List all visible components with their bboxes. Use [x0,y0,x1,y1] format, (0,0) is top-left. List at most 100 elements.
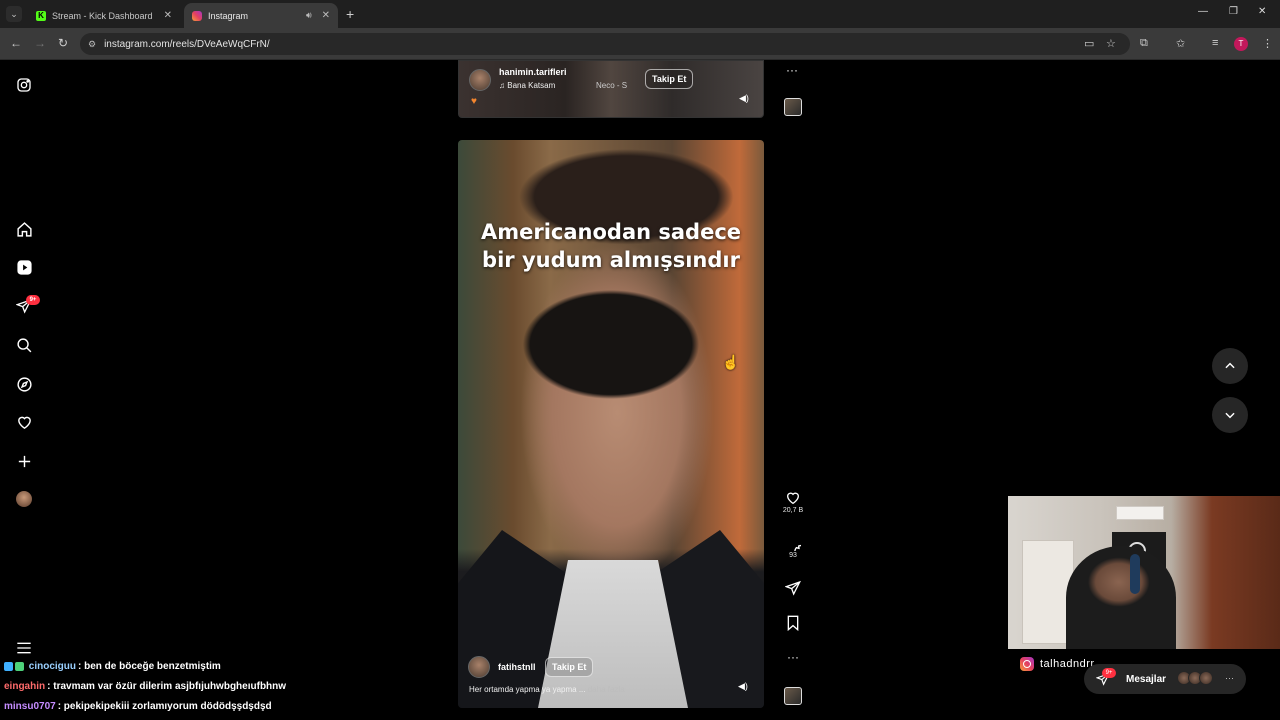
speaker-icon[interactable]: 🔊︎ [306,10,312,21]
home-icon[interactable] [14,219,34,239]
see-more-link[interactable]: daha fazla [588,685,625,694]
webcam-detail [1116,506,1164,520]
video-overlay-line: Americanodan sadece [480,220,742,244]
kick-favicon-icon: K [36,10,46,21]
like-count: 20,7 B [782,507,804,514]
reel-author-avatar[interactable] [468,656,490,678]
new-tab-button[interactable]: + [346,6,354,22]
share-button[interactable] [780,580,806,596]
chat-username: minsu0707 [4,701,56,712]
chat-text: : pekipekipekiii zorlamıyorum dödödşşdşd… [57,701,272,712]
speaker-icon[interactable]: ◀︎) [738,681,748,692]
chat-username: eingahin [4,681,46,692]
chevron-down-icon [1225,412,1235,419]
browser-tabstrip: ⌄ K Stream - Kick Dashboard ✕ Instagram … [0,0,1280,28]
badge-icon [15,661,24,671]
speaker-icon[interactable]: ◀︎) [739,93,749,104]
mouse-cursor: ☝ [722,354,740,370]
reel-author-avatar[interactable] [469,69,491,91]
tab-search-button[interactable]: ⌄ [6,6,22,22]
follow-button[interactable]: Takip Et [645,69,694,89]
heart-icon[interactable] [14,412,34,432]
chat-text: : travmam var özür dilerim asjbfıjuhwbgh… [47,681,287,692]
tab-kick-dashboard[interactable]: K Stream - Kick Dashboard ✕ [28,3,180,28]
minimize-button[interactable]: — [1198,6,1208,17]
comment-icon [794,544,801,551]
close-icon[interactable]: ✕ [322,10,330,21]
reel-author-username[interactable]: fatihstnll [498,662,536,672]
reel-audio-title: Bana Katsam [507,81,556,90]
notification-badge: 9+ [26,295,40,305]
more-icon[interactable]: ··· [1225,673,1234,683]
reels-icon[interactable] [14,257,34,277]
streamer-handle: talhadndrr [1040,658,1095,670]
profile-avatar[interactable]: T [1234,37,1248,51]
favorites-icon[interactable]: ✩ [1176,37,1185,50]
instagram-favicon-icon [192,10,202,21]
streamer-figure [1066,546,1176,649]
instagram-logo-icon[interactable] [14,75,34,95]
explore-icon[interactable] [14,374,34,394]
tab-title: Instagram [208,10,249,21]
menu-kebab-icon[interactable]: ⋮ [1262,37,1273,50]
audio-thumbnail[interactable] [784,687,802,705]
address-bar[interactable]: ⚙ instagram.com/reels/DVeAeWqCFrN/ [80,33,1130,55]
close-icon[interactable]: ✕ [164,10,172,21]
next-reel-button[interactable] [1212,397,1248,433]
avatar [1199,671,1213,685]
more-menu-icon[interactable] [14,638,34,658]
like-button[interactable]: 20,7 B [780,490,806,514]
chat-message: minsu0707: pekipekipekiii zorlamıyorum d… [4,699,424,719]
chevron-up-icon [1225,362,1235,369]
comment-button[interactable]: 93 [780,535,806,559]
tab-title: Stream - Kick Dashboard [52,10,153,21]
chat-message: cinociguu: ben de böceğe benzetmiştim [4,659,424,679]
video-overlay-text: Americanodan sadece bir yudum almışsındı… [458,218,764,274]
previous-reel[interactable]: hanimin.tarifleri ♫ Bana Katsam Neco - S… [458,60,764,118]
more-options-icon[interactable]: ··· [786,63,798,77]
more-options-button[interactable]: ··· [780,650,806,664]
bookmark-star-icon[interactable]: ☆ [1106,37,1116,50]
url-text: instagram.com/reels/DVeAeWqCFrN/ [104,38,270,50]
send-icon [785,580,801,596]
reload-button[interactable]: ↻ [58,36,68,50]
video-overlay-line: bir yudum almışsındır [482,248,740,272]
messages-label: Mesajlar [1126,673,1167,685]
heart-icon [786,492,800,505]
instagram-icon [1020,657,1034,671]
site-info-icon[interactable]: ⚙ [88,39,96,50]
audio-thumbnail[interactable] [784,98,802,116]
reel-audio[interactable]: ♫ Bana Katsam [499,81,555,90]
save-button[interactable] [780,615,806,631]
browser-toolbar: ← → ↻ ⚙ instagram.com/reels/DVeAeWqCFrN/… [0,28,1280,60]
bookmark-icon [787,615,799,631]
comment-count: 93 [789,552,797,559]
webcam-overlay [1008,496,1280,649]
follow-button[interactable]: Takip Et [545,657,594,677]
chat-message: eingahin: travmam var özür dilerim asjbf… [4,679,424,699]
badge-icon [4,661,13,671]
tab-instagram[interactable]: Instagram 🔊︎ ✕ [184,3,338,28]
media-control-icon[interactable]: ≡ [1212,37,1218,49]
reel-audio-extra: Neco - S [596,81,628,90]
reel-description[interactable]: Her ortamda yapma ya yapma ... daha fazl… [469,685,625,694]
message-avatars [1177,671,1213,685]
extensions-icon[interactable]: ⧉ [1140,37,1148,50]
install-app-icon[interactable]: ▭ [1084,37,1094,50]
search-icon[interactable] [14,335,34,355]
stream-chat: cinociguu: ben de böceğe benzetmiştim ei… [4,659,424,719]
chat-text: : ben de böceğe benzetmiştim [78,661,221,672]
chat-username: cinociguu [28,661,77,672]
reel-author-username[interactable]: hanimin.tarifleri [499,67,567,77]
previous-reel-button[interactable] [1212,348,1248,384]
restore-button[interactable]: ❐ [1229,6,1238,17]
create-plus-icon[interactable] [14,451,34,471]
headset [1130,554,1140,594]
messages-badge: 9+ [1102,668,1116,678]
streamer-instagram-tag: talhadndrr [1020,657,1095,671]
forward-button[interactable]: → [34,36,46,50]
close-window-button[interactable]: ✕ [1258,6,1266,17]
current-reel-video[interactable]: Americanodan sadece bir yudum almışsındı… [458,140,764,708]
profile-avatar-icon[interactable] [14,489,34,509]
back-button[interactable]: ← [10,36,22,50]
